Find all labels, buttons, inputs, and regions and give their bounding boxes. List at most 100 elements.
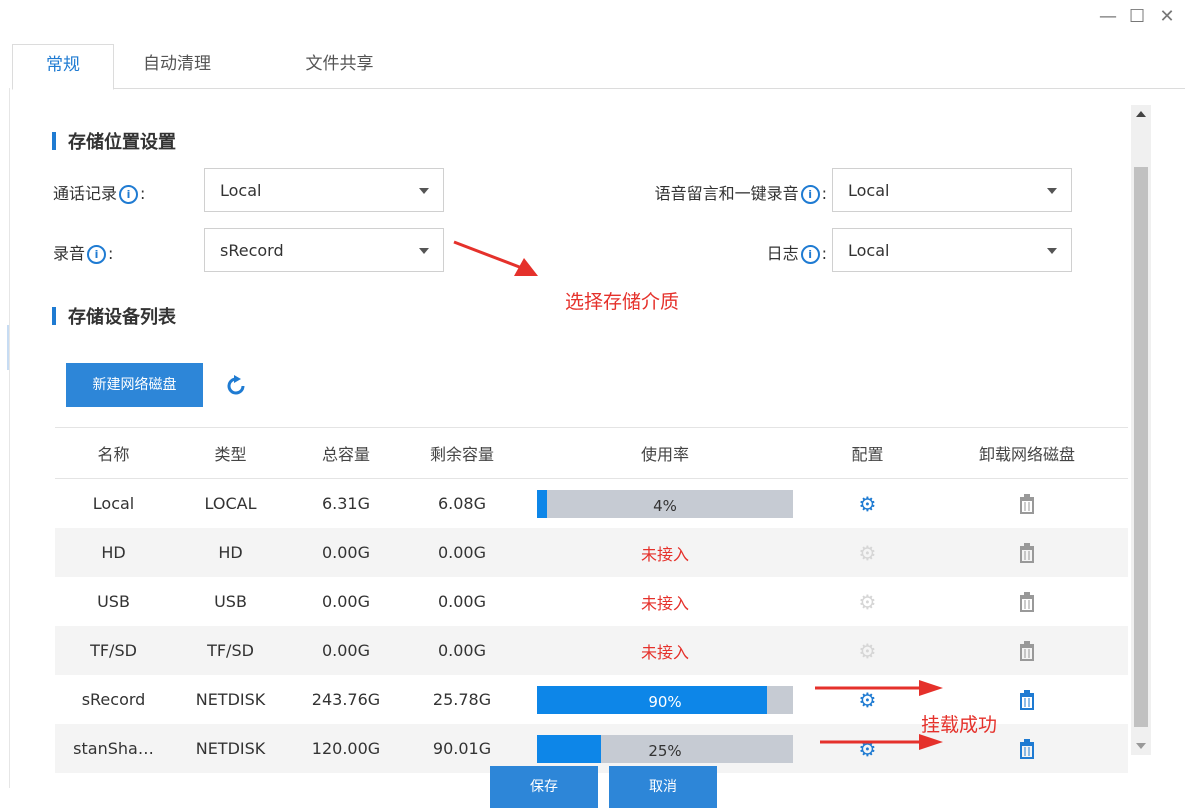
usage-percent: 4% — [653, 496, 677, 515]
tab-auto-clean[interactable]: 自动清理 — [127, 44, 227, 88]
device-total: 0.00G — [289, 626, 403, 675]
device-name: TF/SD — [55, 626, 172, 675]
trash-icon[interactable] — [1019, 738, 1035, 759]
device-total: 243.76G — [311, 690, 381, 709]
tab-general[interactable]: 常规 — [12, 44, 114, 90]
voicemail-label: 语音留言和一键录音 i: — [655, 180, 827, 204]
unmount-cell — [926, 577, 1128, 626]
usage-cell: 4% — [521, 479, 809, 529]
vertical-scrollbar[interactable] — [1131, 105, 1151, 755]
storage-location-heading: 存储位置设置 — [52, 128, 176, 154]
trash-icon[interactable] — [1019, 689, 1035, 710]
recording-label-text: 录音 — [53, 244, 86, 263]
col-total: 总容量 — [289, 427, 403, 479]
call-records-select[interactable]: Local — [204, 168, 444, 212]
col-unmount: 卸载网络磁盘 — [926, 427, 1128, 479]
chevron-down-icon — [419, 248, 429, 254]
table-row: Local LOCAL 6.31G 6.08G 4% ⚙ — [55, 479, 1128, 529]
new-network-disk-button[interactable]: 新建网络磁盘 — [66, 363, 203, 407]
device-name: USB — [97, 592, 130, 611]
colon: : — [821, 244, 827, 263]
voicemail-label-text: 语音留言和一键录音 — [654, 184, 799, 203]
trash-icon — [1020, 640, 1034, 661]
usage-status: 未接入 — [640, 593, 689, 613]
info-icon[interactable]: i — [800, 185, 820, 204]
colon: : — [140, 184, 146, 203]
recording-label: 录音 i: — [53, 240, 113, 264]
device-type: HD — [172, 528, 289, 577]
gear-icon[interactable]: ⚙ — [859, 492, 877, 516]
col-type: 类型 — [172, 427, 289, 479]
heading-bar — [52, 132, 56, 150]
device-free: 6.08G — [437, 494, 487, 513]
scrollbar-thumb[interactable] — [1134, 167, 1148, 727]
device-name: stanSha… — [55, 724, 172, 773]
config-cell: ⚙ — [809, 479, 926, 529]
col-config: 配置 — [809, 427, 926, 479]
unmount-cell — [926, 528, 1128, 577]
heading-bar — [52, 307, 56, 325]
device-free: 0.00G — [437, 592, 487, 611]
device-type: USB — [214, 592, 247, 611]
device-list-heading: 存储设备列表 — [52, 303, 176, 329]
close-icon[interactable]: ✕ — [1159, 6, 1175, 27]
voicemail-select[interactable]: Local — [832, 168, 1072, 212]
call-records-label-text: 通话记录 — [53, 184, 118, 203]
tab-bar: 常规 自动清理 文件共享 — [12, 44, 1185, 90]
usage-percent: 90% — [648, 692, 682, 711]
device-total: 0.00G — [289, 528, 403, 577]
config-cell: ⚙ — [809, 577, 926, 626]
table-row: USB USB 0.00G 0.00G 未接入 ⚙ — [55, 577, 1128, 626]
device-type: LOCAL — [204, 494, 257, 513]
config-cell: ⚙ — [809, 626, 926, 675]
col-usage: 使用率 — [521, 427, 809, 479]
gear-icon: ⚙ — [858, 589, 877, 614]
panel-marker — [7, 325, 9, 370]
tab-file-share[interactable]: 文件共享 — [282, 44, 397, 88]
chevron-down-icon — [1047, 188, 1057, 194]
table-row: HD HD 0.00G 0.00G 未接入 ⚙ — [55, 528, 1128, 577]
unmount-cell — [926, 626, 1128, 675]
device-name: Local — [92, 494, 135, 513]
usage-cell: 90% — [521, 675, 809, 724]
device-name: sRecord — [81, 690, 146, 709]
call-records-label: 通话记录 i: — [53, 180, 145, 204]
usage-status: 未接入 — [521, 626, 809, 675]
device-type: NETDISK — [172, 724, 289, 773]
log-select[interactable]: Local — [832, 228, 1072, 272]
panel-border — [9, 88, 10, 788]
device-type: NETDISK — [195, 690, 266, 709]
config-cell: ⚙ — [809, 528, 926, 577]
cancel-button[interactable]: 取消 — [609, 766, 717, 808]
usage-status: 未接入 — [521, 528, 809, 577]
recording-value: sRecord — [220, 241, 284, 260]
mount-success-annotation: 挂载成功 — [921, 714, 998, 736]
gear-icon: ⚙ — [858, 540, 877, 565]
refresh-icon[interactable] — [224, 374, 248, 398]
scroll-down-icon[interactable] — [1136, 743, 1146, 749]
scroll-up-icon[interactable] — [1136, 111, 1146, 117]
device-name: HD — [55, 528, 172, 577]
info-icon[interactable]: i — [119, 185, 139, 204]
red-arrow-icon — [453, 240, 538, 276]
call-records-value: Local — [220, 181, 262, 200]
red-arrow-icon — [815, 680, 943, 696]
save-button[interactable]: 保存 — [490, 766, 598, 808]
col-free: 剩余容量 — [403, 427, 521, 479]
maximize-icon[interactable]: ☐ — [1129, 6, 1145, 27]
device-free: 0.00G — [403, 626, 521, 675]
table-row: TF/SD TF/SD 0.00G 0.00G 未接入 ⚙ — [55, 626, 1128, 675]
chevron-down-icon — [1047, 248, 1057, 254]
recording-select[interactable]: sRecord — [204, 228, 444, 272]
info-icon[interactable]: i — [800, 245, 820, 264]
device-free: 25.78G — [432, 690, 492, 709]
gear-icon: ⚙ — [858, 638, 877, 663]
trash-icon — [1020, 591, 1034, 612]
log-value: Local — [848, 241, 890, 260]
info-icon[interactable]: i — [87, 245, 107, 264]
window-controls: — ☐ ✕ — [1099, 6, 1175, 27]
minimize-icon[interactable]: — — [1099, 6, 1117, 27]
device-free: 0.00G — [403, 528, 521, 577]
device-total: 0.00G — [321, 592, 371, 611]
colon: : — [108, 244, 114, 263]
